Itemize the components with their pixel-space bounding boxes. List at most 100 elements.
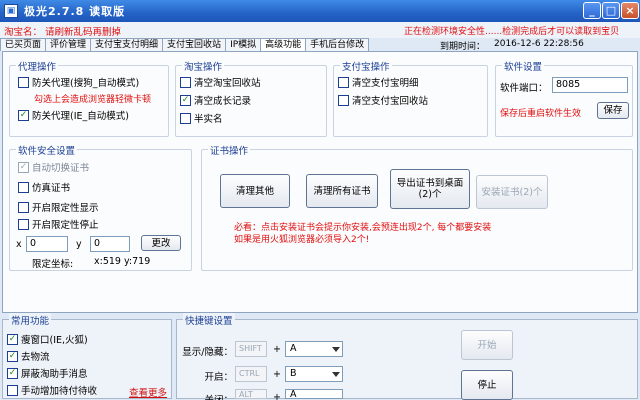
show-hide-label: 显示/隐藏：	[182, 347, 233, 358]
manual-add-checkbox[interactable]	[7, 384, 18, 396]
x-label: x	[16, 239, 22, 250]
security-group: 软件安全设置 ✓ 自动切换证书 仿真证书 开启限定性显示 开启限定性停止 x 0…	[9, 143, 192, 271]
proxy-sogou-option[interactable]: 防关代理(搜狗_自动模式)	[18, 75, 139, 89]
close-key-value: A	[290, 389, 297, 400]
view-more-link[interactable]: 查看更多	[129, 385, 167, 399]
save-button[interactable]: 保存	[597, 102, 629, 119]
close-plus: +	[273, 392, 281, 400]
remove-logistics-checkbox[interactable]: ✓	[7, 350, 18, 362]
sim-cert-option[interactable]: 仿真证书	[18, 180, 70, 194]
install-cert-button[interactable]: 安装证书(2)个	[476, 175, 548, 209]
limit-stop-option[interactable]: 开启限定性停止	[18, 217, 99, 231]
software-settings-group: 软件设置 软件端口： 8085 保存后重启软件生效 保存	[495, 59, 633, 137]
advanced-panel: 代理操作 防关代理(搜狗_自动模式) 勾选上会造成浏览器轻微卡顿 ✓ 防关代理(…	[2, 51, 638, 313]
taobao-name-hint: 淘宝名： 请刷新乱码再删掉	[4, 27, 122, 38]
start-key-select[interactable]: B	[285, 366, 343, 382]
show-hide-mod-input[interactable]: SHIFT	[235, 341, 267, 357]
alipay-group: 支付宝操作 清空支付宝明细 清空支付宝回收站	[333, 59, 488, 137]
show-hide-key-select[interactable]: A	[285, 341, 343, 357]
auto-switch-cert-option[interactable]: ✓ 自动切换证书	[18, 160, 89, 174]
start-mod-input[interactable]: CTRL	[235, 366, 267, 382]
clear-alipay-detail-checkbox[interactable]	[338, 76, 349, 88]
half-realname-option[interactable]: 半实名	[180, 111, 223, 125]
tab-alipay-recycle[interactable]: 支付宝回收站	[162, 38, 227, 51]
software-settings-title: 软件设置	[502, 59, 545, 73]
block-helper-label: 屏蔽淘助手消息	[21, 369, 88, 380]
clear-taobao-recycle-checkbox[interactable]	[180, 76, 191, 88]
tab-bar: 已买页面 评价管理 支付宝支付明细 支付宝回收站 IP模拟 高级功能 手机后台修…	[0, 38, 640, 52]
clear-alipay-recycle-checkbox[interactable]	[338, 94, 349, 106]
coord-value: x:519 y:719	[94, 256, 151, 267]
proxy-group: 代理操作 防关代理(搜狗_自动模式) 勾选上会造成浏览器轻微卡顿 ✓ 防关代理(…	[9, 59, 169, 137]
close-key-select[interactable]: A	[285, 389, 343, 399]
limit-show-option[interactable]: 开启限定性显示	[18, 200, 99, 214]
chevron-down-icon	[332, 347, 340, 352]
clear-alipay-detail-option[interactable]: 清空支付宝明细	[338, 75, 419, 89]
auto-switch-cert-label: 自动切换证书	[32, 163, 90, 174]
proxy-group-title: 代理操作	[16, 59, 59, 73]
begin-button[interactable]: 开始	[461, 330, 513, 360]
maximize-button[interactable]: □	[602, 2, 620, 19]
tab-alipay-detail[interactable]: 支付宝支付明细	[90, 38, 164, 51]
block-helper-checkbox[interactable]: ✓	[7, 367, 18, 379]
tab-purchased[interactable]: 已买页面	[0, 38, 47, 51]
remove-logistics-option[interactable]: ✓ 去物流	[7, 349, 50, 363]
remove-logistics-label: 去物流	[21, 352, 50, 363]
title-bar[interactable]: ▣ 极光2.7.8 读取版 _ □ ×	[0, 0, 640, 22]
minimize-button[interactable]: _	[583, 2, 601, 19]
change-button[interactable]: 更改	[141, 235, 181, 251]
clear-growth-option[interactable]: ✓ 清空成长记录	[180, 93, 251, 107]
manual-add-option[interactable]: 手动增加待付待收	[7, 383, 97, 397]
clear-alipay-recycle-option[interactable]: 清空支付宝回收站	[338, 93, 428, 107]
app-icon: ▣	[4, 4, 18, 18]
block-helper-option[interactable]: ✓ 屏蔽淘助手消息	[7, 366, 88, 380]
show-hide-plus: +	[273, 344, 281, 355]
slim-window-label: 瘦窗口(IE,火狐)	[21, 335, 88, 346]
show-hide-key-value: A	[290, 343, 297, 354]
limit-show-checkbox[interactable]	[18, 201, 29, 213]
tab-mobile[interactable]: 手机后台修改	[305, 38, 370, 51]
tab-advanced[interactable]: 高级功能	[260, 38, 307, 52]
clean-all-cert-button[interactable]: 清理所有证书	[306, 174, 378, 208]
slim-window-checkbox[interactable]: ✓	[7, 333, 18, 345]
tab-ip[interactable]: IP模拟	[225, 38, 262, 51]
cert-group-title: 证书操作	[208, 143, 251, 157]
coord-label: 限定坐标:	[32, 259, 74, 270]
close-button[interactable]: ×	[621, 2, 639, 19]
half-realname-checkbox[interactable]	[180, 112, 191, 124]
security-group-title: 软件安全设置	[16, 143, 78, 157]
port-input[interactable]: 8085	[552, 77, 628, 93]
close-label: 关闭：	[177, 392, 233, 400]
proxy-sogou-label: 防关代理(搜狗_自动模式)	[32, 78, 140, 89]
header-strip: 淘宝名： 请刷新乱码再删掉 正在检测环境安全性......检测完成后才可以读取到…	[0, 22, 640, 38]
clear-growth-label: 清空成长记录	[194, 96, 252, 107]
common-group-title: 常用功能	[9, 313, 52, 327]
half-realname-label: 半实名	[194, 114, 223, 125]
clear-growth-checkbox[interactable]: ✓	[180, 94, 191, 106]
y-input[interactable]: 0	[90, 236, 130, 252]
proxy-ie-option[interactable]: ✓ 防关代理(IE_自动模式)	[18, 108, 129, 122]
clean-other-button[interactable]: 清理其他	[220, 174, 290, 208]
auto-switch-cert-checkbox[interactable]: ✓	[18, 161, 29, 173]
x-input[interactable]: 0	[26, 236, 68, 252]
taobao-group: 淘宝操作 清空淘宝回收站 ✓ 清空成长记录 半实名	[175, 59, 327, 137]
alipay-group-title: 支付宝操作	[340, 59, 392, 73]
proxy-ie-checkbox[interactable]: ✓	[18, 109, 29, 121]
sim-cert-checkbox[interactable]	[18, 181, 29, 193]
window-title: 极光2.7.8 读取版	[24, 5, 126, 18]
taobao-group-title: 淘宝操作	[182, 59, 225, 73]
slim-window-option[interactable]: ✓ 瘦窗口(IE,火狐)	[7, 332, 88, 346]
hotkey-group: 快捷键设置 显示/隐藏： SHIFT + A 开启： CTRL + B 关闭： …	[176, 313, 638, 400]
clear-alipay-detail-label: 清空支付宝明细	[352, 78, 419, 89]
proxy-ie-label: 防关代理(IE_自动模式)	[32, 111, 129, 122]
close-mod-input[interactable]: ALT	[235, 389, 267, 399]
clear-taobao-recycle-option[interactable]: 清空淘宝回收站	[180, 75, 261, 89]
chevron-down-icon	[332, 372, 340, 377]
proxy-sogou-checkbox[interactable]	[18, 76, 29, 88]
stop-button[interactable]: 停止	[461, 370, 513, 400]
clear-taobao-recycle-label: 清空淘宝回收站	[194, 78, 261, 89]
export-cert-button[interactable]: 导出证书到桌面(2)个	[390, 169, 470, 209]
cert-notice-2: 如果是用火狐浏览器必须导入2个!	[234, 235, 370, 245]
tab-review[interactable]: 评价管理	[45, 38, 92, 51]
limit-stop-checkbox[interactable]	[18, 218, 29, 230]
